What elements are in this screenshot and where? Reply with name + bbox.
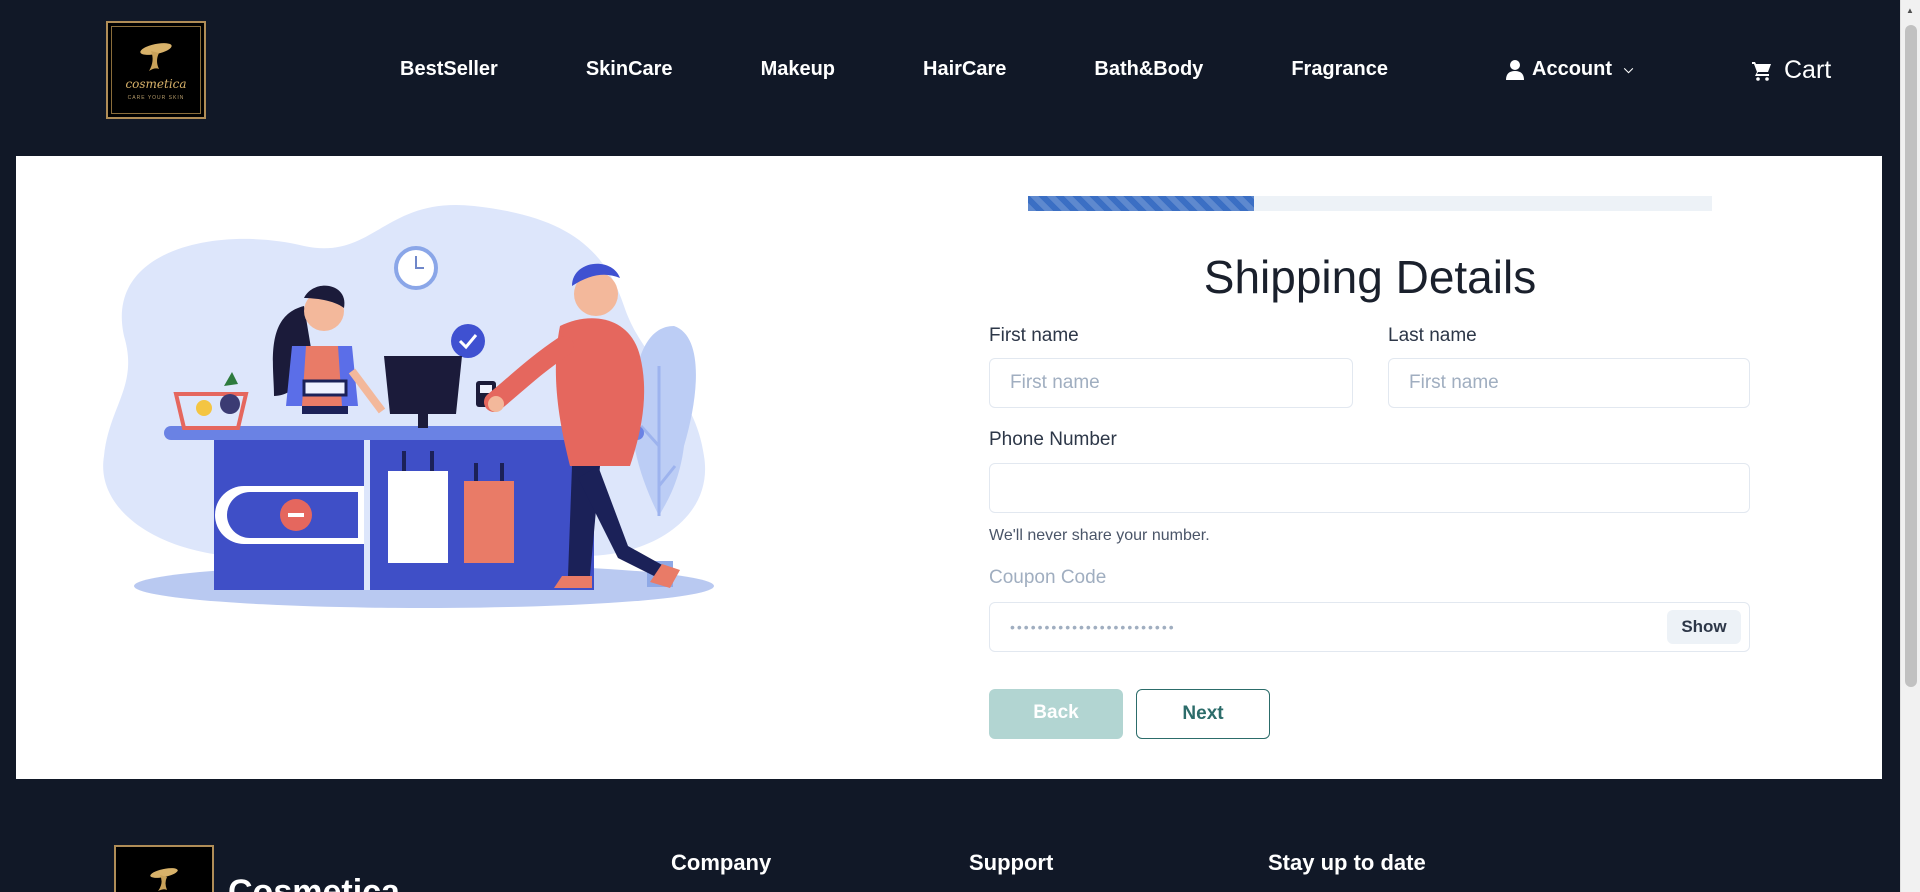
account-menu[interactable]: Account ⌵ <box>1506 58 1633 81</box>
last-name-input[interactable]: First name <box>1388 358 1750 408</box>
nav-item-bath-body[interactable]: Bath&Body <box>1094 58 1203 81</box>
brand-logo[interactable]: cosmetica CARE YOUR SKIN <box>106 21 206 119</box>
chevron-down-icon: ⌵ <box>1624 62 1634 76</box>
checkout-illustration <box>103 204 714 608</box>
nav-item-makeup[interactable]: Makeup <box>761 58 835 81</box>
form-title: Shipping Details <box>1203 251 1537 303</box>
nav-item-fragrance[interactable]: Fragrance <box>1291 58 1388 81</box>
cart-icon <box>1752 61 1771 81</box>
first-name-label: First name <box>989 325 1079 346</box>
nav-item-bestseller[interactable]: BestSeller <box>400 58 498 81</box>
scroll-up-icon[interactable]: ▲ <box>1906 6 1914 15</box>
account-label: Account <box>1532 58 1612 80</box>
site-header: cosmetica CARE YOUR SKIN BestSeller Skin… <box>0 0 1900 156</box>
footer-heading-newsletter: Stay up to date <box>1268 850 1426 875</box>
scrollbar-thumb[interactable] <box>1905 25 1917 687</box>
phone-input[interactable] <box>989 463 1750 513</box>
page-scrollbar[interactable]: ▲ <box>1900 0 1920 892</box>
user-icon <box>1506 59 1524 80</box>
back-button[interactable]: Back <box>989 689 1123 739</box>
cart-link[interactable]: Cart <box>1752 56 1831 85</box>
footer-logo-figure-icon <box>150 868 178 891</box>
footer-heading-support: Support <box>969 850 1054 875</box>
last-name-label: Last name <box>1388 325 1477 346</box>
first-name-input[interactable]: First name <box>989 358 1353 408</box>
progress-fill <box>1028 196 1254 211</box>
footer-logo[interactable] <box>114 845 214 892</box>
logo-figure-icon <box>140 43 172 71</box>
footer-heading-company: Company <box>671 850 772 875</box>
main-nav: BestSeller SkinCare Makeup HairCare Bath… <box>400 58 1476 81</box>
logo-tagline: CARE YOUR SKIN <box>127 95 185 101</box>
show-coupon-button[interactable]: Show <box>1667 610 1741 644</box>
coupon-input[interactable]: •••••••••••••••••••••••• <box>989 602 1750 652</box>
footer-brand-name: Cosmetica <box>228 873 400 892</box>
logo-text: cosmetica <box>125 77 187 91</box>
phone-helper-text: We'll never share your number. <box>989 527 1210 544</box>
nav-item-skincare[interactable]: SkinCare <box>586 58 673 81</box>
nav-item-haircare[interactable]: HairCare <box>923 58 1006 81</box>
next-button[interactable]: Next <box>1136 689 1270 739</box>
cart-label: Cart <box>1784 56 1832 84</box>
coupon-label: Coupon Code <box>989 567 1107 588</box>
checkout-progress-bar <box>1028 196 1712 211</box>
phone-label: Phone Number <box>989 429 1117 450</box>
